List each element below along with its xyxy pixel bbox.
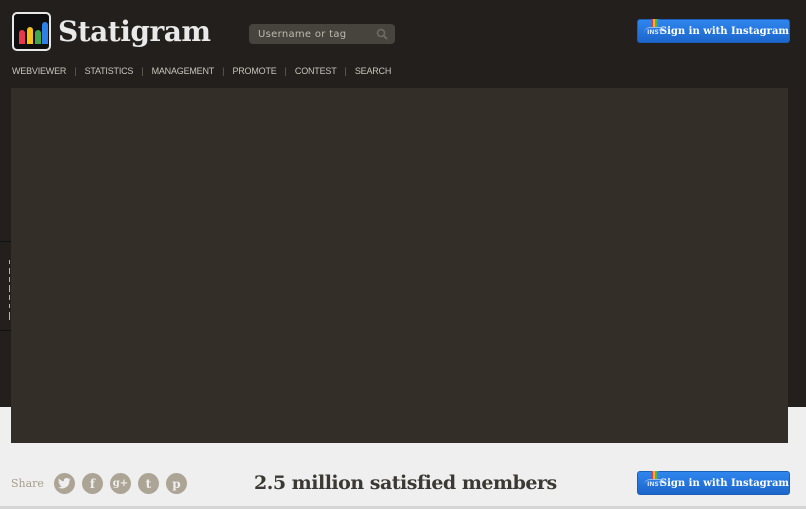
nav-search[interactable]: SEARCH	[355, 66, 392, 76]
side-feedback-tab[interactable]	[0, 241, 11, 331]
pinterest-icon[interactable]: p	[165, 473, 187, 494]
nav-statistics[interactable]: STATISTICS	[85, 66, 134, 76]
logo-bar-green	[35, 30, 41, 44]
sign-in-instagram-button-top[interactable]: INST Sign in with Instagram	[637, 19, 790, 43]
instagram-rainbow-stripe	[651, 471, 659, 479]
instagram-camera-icon: INST	[644, 471, 666, 489]
logo-chart-icon	[12, 12, 51, 51]
nav-separator: |	[141, 66, 144, 76]
nav-separator: |	[284, 66, 287, 76]
tab-text-mark	[9, 304, 10, 308]
google-plus-icon[interactable]: g+	[109, 473, 131, 494]
search-icon[interactable]	[376, 28, 388, 40]
logo-bar-red	[19, 30, 25, 44]
share-label: Share	[11, 477, 44, 490]
nav-management[interactable]: MANAGEMENT	[152, 66, 215, 76]
tab-text-mark	[9, 277, 10, 282]
nav-separator: |	[74, 66, 77, 76]
tumblr-icon[interactable]: t	[137, 473, 159, 494]
nav-separator: |	[222, 66, 225, 76]
nav-promote[interactable]: PROMOTE	[232, 66, 276, 76]
logo-bar-yellow	[27, 27, 33, 44]
share-bar: Share f g+ t p	[11, 473, 194, 494]
nav-contest[interactable]: CONTEST	[295, 66, 337, 76]
nav-webviewer[interactable]: WEBVIEWER	[12, 66, 66, 76]
tab-text-mark	[9, 285, 10, 292]
sign-in-label: Sign in with Instagram	[659, 477, 789, 489]
instagram-camera-icon: INST	[644, 19, 666, 37]
members-count-headline: 2.5 million satisfied members	[254, 472, 557, 494]
tab-text-mark	[9, 295, 10, 300]
search-box[interactable]	[249, 24, 395, 44]
twitter-icon[interactable]	[53, 473, 75, 494]
nav-separator: |	[344, 66, 347, 76]
sign-in-label: Sign in with Instagram	[659, 25, 789, 37]
facebook-icon[interactable]: f	[81, 473, 103, 494]
hero-panel	[11, 88, 788, 443]
instagram-rainbow-stripe	[651, 19, 659, 27]
brand-name: Statigram	[58, 14, 211, 48]
sign-in-instagram-button-bottom[interactable]: INST Sign in with Instagram	[637, 471, 790, 495]
instagram-badge: INST	[644, 479, 666, 488]
tab-text-mark	[9, 312, 10, 320]
search-input[interactable]	[258, 28, 373, 40]
tab-text-mark	[9, 268, 10, 274]
logo-bar-blue	[42, 22, 48, 44]
main-nav: WEBVIEWER | STATISTICS | MANAGEMENT | PR…	[12, 66, 391, 76]
instagram-badge: INST	[644, 27, 666, 36]
tab-text-mark	[9, 260, 10, 264]
logo[interactable]: Statigram	[12, 12, 211, 51]
